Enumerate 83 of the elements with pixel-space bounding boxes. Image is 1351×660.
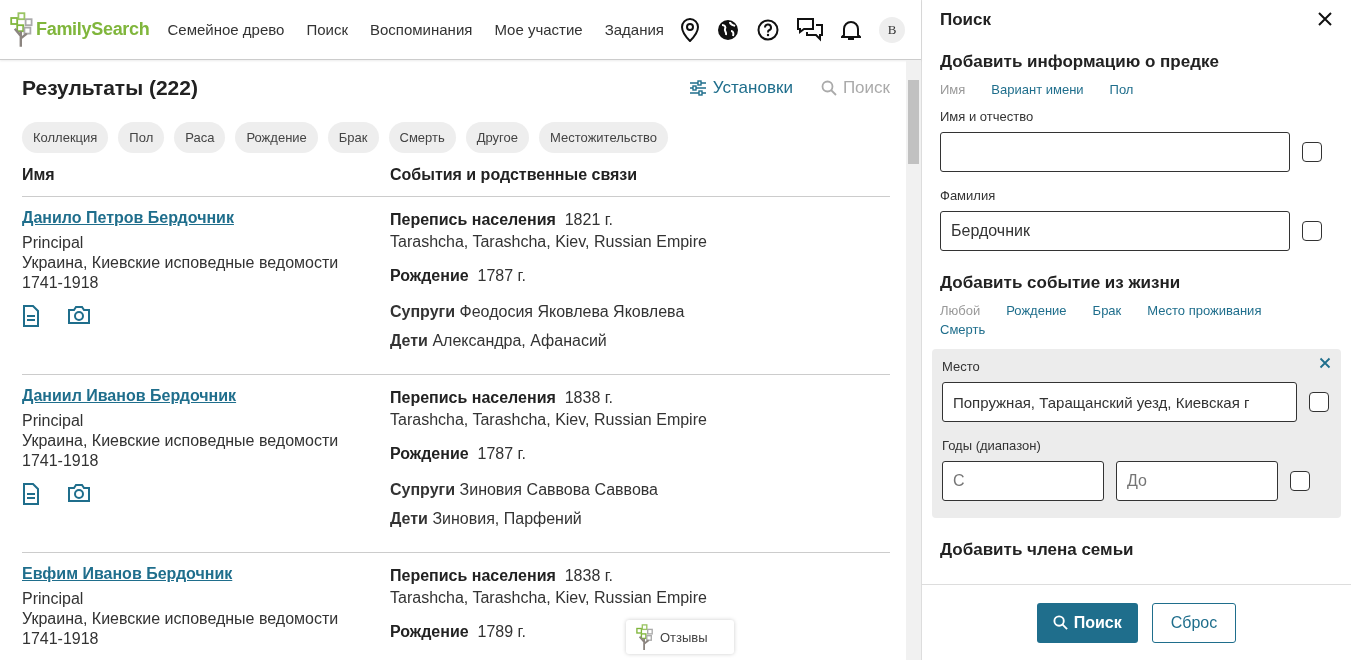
relation-text: Дети Зиновия, Парфений [390,509,583,529]
help-icon[interactable] [757,18,779,41]
field-label: Фамилия [940,188,996,203]
camera-icon[interactable] [68,305,90,324]
relation-text: Супруги Зиновия Саввова Саввова [390,480,659,500]
filter-tab[interactable]: Брак [1092,303,1122,318]
filter-chip[interactable]: Раса [174,122,226,153]
filter-chip[interactable]: Пол [118,122,165,153]
event-place: Tarashcha, Tarashcha, Kiev, Russian Empire [390,410,708,430]
filter-chip[interactable]: Другое [465,122,530,153]
filter-tab[interactable]: Место проживания [1147,303,1262,318]
checkbox[interactable] [1309,392,1329,412]
person-name-link[interactable]: Данило Петров Бердочник [22,209,234,226]
collection-text: Украина, Киевские исповедные ведомости 1741-1918 [22,253,340,293]
user-avatar[interactable]: В [879,16,905,43]
filter-chip[interactable]: Смерть [388,122,456,153]
collection-text: Украина, Киевские исповедные ведомости 1741-1918 [22,431,340,471]
input-field[interactable]: С [942,461,1104,501]
role-text: Principal [22,411,85,431]
input-field[interactable] [940,132,1290,172]
field-label: Имя и отчество [940,109,1034,124]
bell-icon[interactable] [841,18,861,41]
scrollbar[interactable] [906,60,921,660]
event-text: Рождение 1789 г. [390,622,526,642]
sliders-icon [688,80,707,96]
tree-icon [636,623,654,651]
checkbox[interactable] [1302,221,1322,241]
globe-icon[interactable] [717,18,739,41]
role-text: Principal [22,589,85,609]
event-text: Перепись населения 1821 г. [390,210,614,230]
filter-tab[interactable]: Пол [1109,82,1134,97]
column-header: Имя [22,165,56,184]
checkbox[interactable] [1302,142,1322,162]
column-header: События и родственные связи [390,165,639,184]
reset-button[interactable]: Сброс [1151,602,1237,643]
relation-text: Дети Александра, Афанасий [390,331,608,351]
camera-icon[interactable] [68,483,90,502]
map-pin-icon[interactable] [681,17,699,42]
search-icon [1052,615,1068,630]
event-text: Перепись населения 1838 г. [390,566,614,586]
person-name-link[interactable]: Даниил Иванов Бердочник [22,387,237,404]
section-title: Добавить событие из жизни [940,273,1182,293]
filter-tab[interactable]: Рождение [1006,303,1067,318]
field-label: Годы (диапазон) [942,438,1041,453]
section-title: Добавить члена семьи [940,540,1135,560]
filter-chip[interactable]: Брак [327,122,379,153]
settings-link[interactable]: Установки [688,78,793,98]
filter-tab[interactable]: Смерть [940,322,986,337]
close-icon [1319,357,1331,369]
checkbox[interactable] [1290,471,1310,491]
document-icon[interactable] [22,483,40,505]
person-name-link[interactable]: Евфим Иванов Бердочник [22,565,233,582]
filter-tab[interactable]: Вариант имени [991,82,1084,97]
panel-title: Поиск [940,10,992,30]
search-button[interactable]: Поиск [1036,602,1138,643]
event-place: Tarashcha, Tarashcha, Kiev, Russian Empire [390,232,708,252]
event-text: Перепись населения 1838 г. [390,388,614,408]
logo-tree-icon [10,11,34,48]
section-title: Добавить информацию о предке [940,52,1220,72]
input-field[interactable]: Бердочник [940,211,1290,251]
results-title: Результаты (222) [22,76,198,100]
nav-link[interactable]: Мое участие [494,21,583,38]
field-label: Место [942,359,980,374]
filter-chip[interactable]: Местожительство [539,122,668,153]
relation-text: Супруги Феодосия Яковлева Яковлева [390,302,686,322]
filter-chip[interactable]: Рождение [235,122,318,153]
search-icon [820,80,837,96]
nav-link[interactable]: Задания [604,21,664,38]
input-field[interactable]: До [1116,461,1278,501]
nav-link[interactable]: Воспоминания [370,21,473,38]
document-icon[interactable] [22,305,40,327]
chat-icon[interactable] [797,17,823,42]
event-text: Рождение 1787 г. [390,444,526,464]
close-icon [1317,10,1333,27]
role-text: Principal [22,233,85,253]
feedback-button[interactable]: Отзывы [626,620,734,654]
nav-link[interactable]: Семейное древо [167,21,285,38]
nav-link[interactable]: Поиск [306,21,348,38]
filter-chip[interactable]: Коллекция [22,122,109,153]
input-field[interactable]: Попружная, Таращанский уезд, Киевская г [942,382,1297,422]
collection-text: Украина, Киевские исповедные ведомости 1741-1918 [22,609,340,649]
event-place: Tarashcha, Tarashcha, Kiev, Russian Empire [390,588,708,608]
event-text: Рождение 1787 г. [390,266,526,286]
